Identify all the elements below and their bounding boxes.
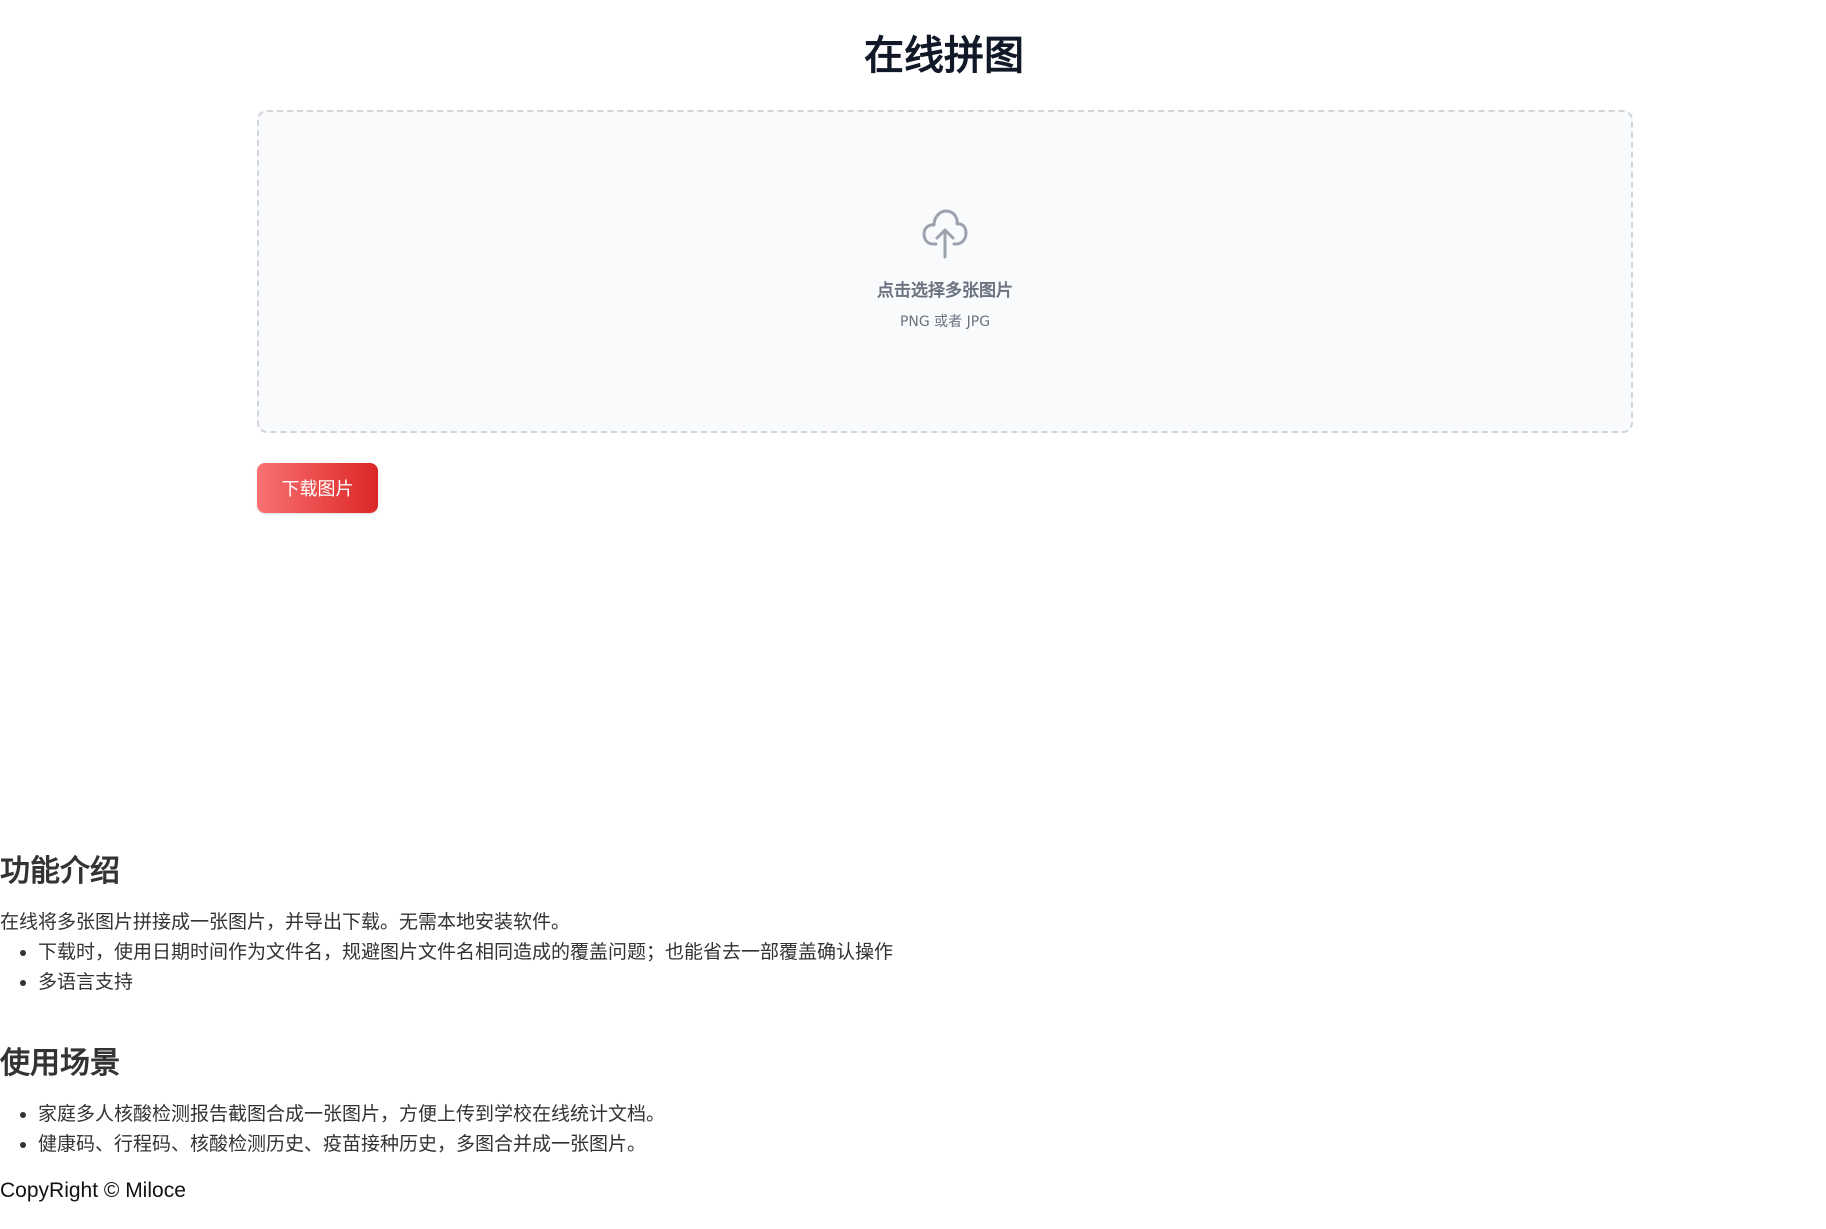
features-intro: 在线将多张图片拼接成一张图片，并导出下载。无需本地安装软件。 xyxy=(0,911,571,933)
scenarios-heading: 使用场景 xyxy=(0,1046,120,1081)
copyright-footer: CopyRight © Miloce xyxy=(0,1179,186,1202)
list-item: 多语言支持 xyxy=(38,967,893,997)
list-item: 下载时，使用日期时间作为文件名，规避图片文件名相同造成的覆盖问题；也能省去一部覆… xyxy=(38,937,893,967)
features-heading: 功能介绍 xyxy=(0,854,120,889)
list-item: 健康码、行程码、核酸检测历史、疫苗接种历史，多图合并成一张图片。 xyxy=(38,1129,665,1159)
dropzone-label: 点击选择多张图片 xyxy=(877,281,1013,301)
scenarios-list: 家庭多人核酸检测报告截图合成一张图片，方便上传到学校在线统计文档。 健康码、行程… xyxy=(0,1099,665,1159)
dropzone-hint: PNG 或者 JPG xyxy=(899,314,991,330)
cloud-upload-icon xyxy=(921,208,969,260)
list-item: 家庭多人核酸检测报告截图合成一张图片，方便上传到学校在线统计文档。 xyxy=(38,1099,665,1129)
download-image-button[interactable]: 下载图片 xyxy=(257,463,378,513)
features-list: 下载时，使用日期时间作为文件名，规避图片文件名相同造成的覆盖问题；也能省去一部覆… xyxy=(0,937,893,997)
page-title: 在线拼图 xyxy=(864,33,1024,79)
image-upload-dropzone[interactable]: 点击选择多张图片 PNG 或者 JPG xyxy=(257,110,1633,433)
dropzone-content: 点击选择多张图片 PNG 或者 JPG xyxy=(259,208,1631,331)
page: 在线拼图 点击选择多张图片 PNG 或者 JPG 下载图片 功能介绍 在线将多张… xyxy=(0,0,1826,1229)
